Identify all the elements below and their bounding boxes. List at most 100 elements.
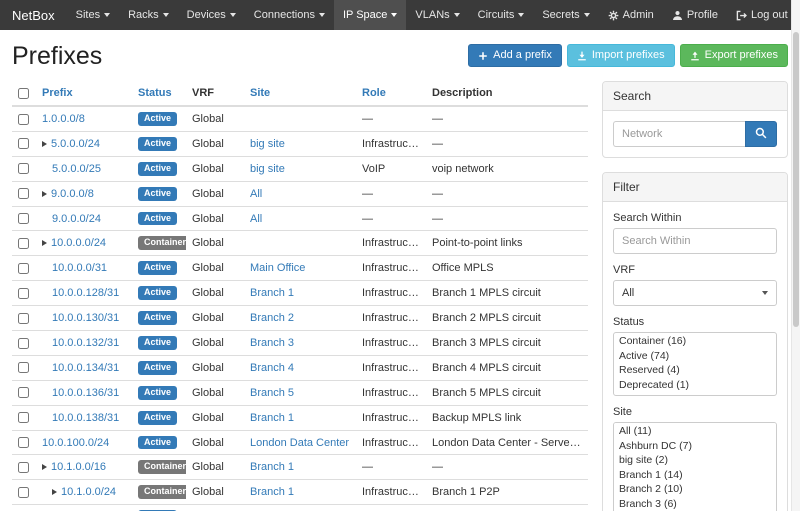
nav-item-racks[interactable]: Racks xyxy=(119,0,178,30)
site-link[interactable]: Branch 1 xyxy=(250,287,294,299)
column-sort-link[interactable]: Site xyxy=(250,87,270,99)
row-checkbox[interactable] xyxy=(18,437,29,448)
listbox-option[interactable]: All (11) xyxy=(614,424,776,439)
vrf-select[interactable]: All xyxy=(613,280,777,306)
status-badge: Active xyxy=(138,311,177,325)
caret-down-icon xyxy=(584,13,590,17)
row-checkbox[interactable] xyxy=(18,114,29,125)
listbox-option[interactable]: Branch 1 (14) xyxy=(614,468,776,483)
prefix-link[interactable]: 1.0.0.0/8 xyxy=(42,113,85,125)
site-link[interactable]: Branch 3 xyxy=(250,337,294,349)
description-value: — xyxy=(426,181,588,206)
listbox-option[interactable]: Container (16) xyxy=(614,334,776,349)
nav-item-circuits[interactable]: Circuits xyxy=(469,0,534,30)
column-sort-link[interactable]: Status xyxy=(138,87,172,99)
nav-item-connections[interactable]: Connections xyxy=(245,0,334,30)
expand-toggle-icon[interactable] xyxy=(42,141,47,147)
nav-item-profile[interactable]: Profile xyxy=(663,0,727,30)
site-link[interactable]: Branch 1 xyxy=(250,461,294,473)
site-link[interactable]: big site xyxy=(250,138,285,150)
export-prefixes-button[interactable]: Export prefixes xyxy=(680,44,788,67)
listbox-option[interactable]: big site (2) xyxy=(614,453,776,468)
status-label: Status xyxy=(613,316,777,328)
prefix-link[interactable]: 9.0.0.0/24 xyxy=(52,213,101,225)
description-value: Branch 3 MPLS circuit xyxy=(426,331,588,356)
prefix-link[interactable]: 5.0.0.0/24 xyxy=(51,138,100,150)
site-link[interactable]: London Data Center xyxy=(250,437,349,449)
nav-item-sites[interactable]: Sites xyxy=(67,0,119,30)
row-checkbox[interactable] xyxy=(18,238,29,249)
prefix-link[interactable]: 10.0.0.0/24 xyxy=(51,237,106,249)
search-input[interactable] xyxy=(613,121,745,147)
search-within-input[interactable] xyxy=(613,228,777,254)
site-link[interactable]: Branch 4 xyxy=(250,362,294,374)
site-link[interactable]: Branch 1 xyxy=(250,412,294,424)
expand-toggle-icon[interactable] xyxy=(42,240,47,246)
site-label: Site xyxy=(613,406,777,418)
search-button[interactable] xyxy=(745,121,777,147)
select-all-checkbox[interactable] xyxy=(18,88,29,99)
prefix-link[interactable]: 10.0.0.0/31 xyxy=(52,262,107,274)
row-checkbox[interactable] xyxy=(18,338,29,349)
status-listbox[interactable]: Container (16)Active (74)Reserved (4)Dep… xyxy=(613,332,777,396)
prefix-link[interactable]: 10.1.0.0/16 xyxy=(51,461,106,473)
row-checkbox[interactable] xyxy=(18,362,29,373)
listbox-option[interactable]: Deprecated (1) xyxy=(614,378,776,393)
row-checkbox[interactable] xyxy=(18,213,29,224)
expand-toggle-icon[interactable] xyxy=(42,191,47,197)
brand-logo[interactable]: NetBox xyxy=(8,0,67,30)
nav-item-admin[interactable]: Admin xyxy=(599,0,663,30)
prefix-link[interactable]: 10.0.0.138/31 xyxy=(52,412,119,424)
prefix-link[interactable]: 10.0.0.130/31 xyxy=(52,312,119,324)
prefix-link[interactable]: 10.0.0.134/31 xyxy=(52,362,119,374)
nav-item-secrets[interactable]: Secrets xyxy=(533,0,598,30)
expand-toggle-icon[interactable] xyxy=(52,489,57,495)
page-scrollbar[interactable] xyxy=(791,0,800,511)
nav-item-log-out[interactable]: Log out xyxy=(727,0,797,30)
vrf-value: Global xyxy=(186,256,244,281)
site-link[interactable]: Branch 5 xyxy=(250,387,294,399)
prefix-link[interactable]: 10.0.0.136/31 xyxy=(52,387,119,399)
prefix-link[interactable]: 10.0.0.132/31 xyxy=(52,337,119,349)
prefix-link[interactable]: 9.0.0.0/8 xyxy=(51,188,94,200)
prefix-link[interactable]: 10.0.0.128/31 xyxy=(52,287,119,299)
site-link[interactable]: Branch 1 xyxy=(250,486,294,498)
row-checkbox[interactable] xyxy=(18,188,29,199)
site-link[interactable]: All xyxy=(250,188,262,200)
prefix-link[interactable]: 10.0.100.0/24 xyxy=(42,437,109,449)
listbox-option[interactable]: Reserved (4) xyxy=(614,363,776,378)
row-checkbox[interactable] xyxy=(18,163,29,174)
import-prefixes-button[interactable]: Import prefixes xyxy=(567,44,675,67)
site-link[interactable]: Branch 2 xyxy=(250,312,294,324)
row-checkbox[interactable] xyxy=(18,387,29,398)
site-link[interactable]: big site xyxy=(250,163,285,175)
row-checkbox[interactable] xyxy=(18,263,29,274)
row-checkbox[interactable] xyxy=(18,288,29,299)
site-link[interactable]: Main Office xyxy=(250,262,305,274)
prefix-link[interactable]: 5.0.0.0/25 xyxy=(52,163,101,175)
status-badge: Active xyxy=(138,212,177,226)
row-checkbox[interactable] xyxy=(18,313,29,324)
row-checkbox[interactable] xyxy=(18,487,29,498)
nav-item-devices[interactable]: Devices xyxy=(178,0,245,30)
expand-toggle-icon[interactable] xyxy=(42,464,47,470)
row-checkbox[interactable] xyxy=(18,412,29,423)
caret-down-icon xyxy=(762,291,768,295)
site-link[interactable]: All xyxy=(250,213,262,225)
nav-item-vlans[interactable]: VLANs xyxy=(406,0,468,30)
column-sort-link[interactable]: Role xyxy=(362,87,386,99)
listbox-option[interactable]: Active (74) xyxy=(614,349,776,364)
site-listbox[interactable]: All (11)Ashburn DC (7)big site (2)Branch… xyxy=(613,422,777,511)
add-prefix-button[interactable]: Add a prefix xyxy=(468,44,562,67)
listbox-option[interactable]: Ashburn DC (7) xyxy=(614,439,776,454)
page-scrollbar-thumb[interactable] xyxy=(793,32,799,327)
listbox-option[interactable]: Branch 3 (6) xyxy=(614,497,776,511)
row-checkbox[interactable] xyxy=(18,462,29,473)
column-sort-link[interactable]: Prefix xyxy=(42,87,73,99)
import-icon xyxy=(577,51,587,61)
row-checkbox[interactable] xyxy=(18,138,29,149)
search-icon xyxy=(755,127,767,142)
listbox-option[interactable]: Branch 2 (10) xyxy=(614,482,776,497)
prefix-link[interactable]: 10.1.0.0/24 xyxy=(61,486,116,498)
nav-item-ip-space[interactable]: IP Space xyxy=(334,0,406,30)
